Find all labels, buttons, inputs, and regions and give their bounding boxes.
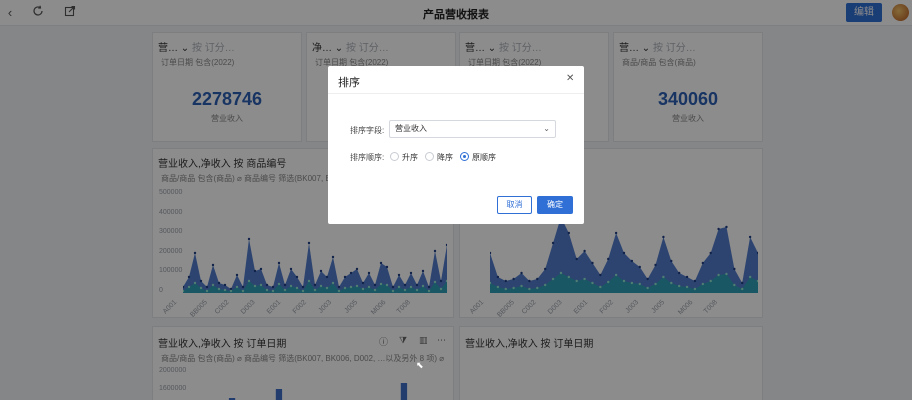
close-icon[interactable]: ✕ (566, 73, 574, 84)
radio-descending[interactable] (425, 152, 434, 161)
confirm-button[interactable]: 确定 (537, 196, 573, 214)
sort-field-label: 排序字段: (350, 126, 385, 135)
sort-dialog: 排序 ✕ 排序字段: 营业收入 ⌄ 排序顺序: 升序 降序 原顺序 取消 确定 (328, 66, 584, 224)
mouse-cursor: ⬉ (416, 360, 424, 370)
sort-field-value: 营业收入 (395, 124, 427, 133)
sort-order-label: 排序顺序: (350, 153, 385, 162)
divider (328, 93, 584, 94)
radio-descending-label[interactable]: 降序 (437, 152, 453, 163)
radio-original[interactable] (460, 152, 469, 161)
chevron-down-icon: ⌄ (543, 124, 550, 133)
radio-ascending[interactable] (390, 152, 399, 161)
cancel-button[interactable]: 取消 (497, 196, 532, 214)
sort-field-select[interactable]: 营业收入 ⌄ (389, 120, 556, 138)
radio-original-label[interactable]: 原顺序 (472, 152, 496, 163)
dialog-title: 排序 (338, 77, 360, 89)
radio-ascending-label[interactable]: 升序 (402, 152, 418, 163)
